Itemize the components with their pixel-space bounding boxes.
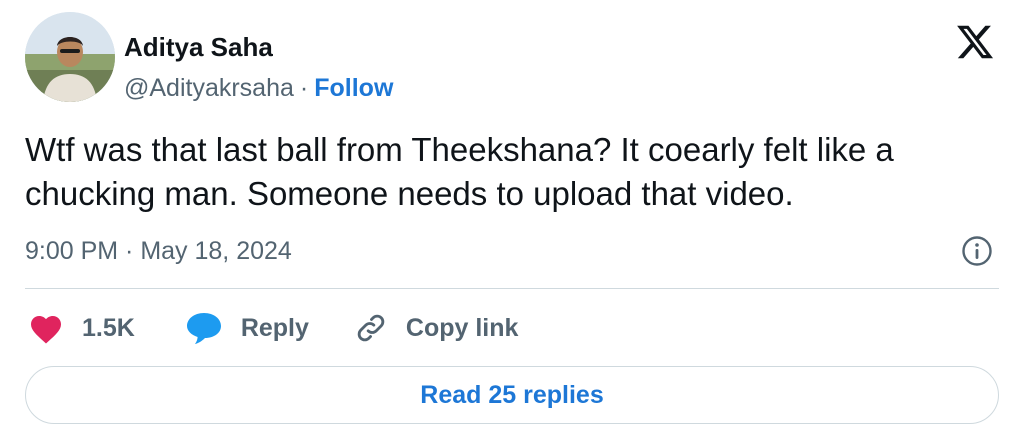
like-button[interactable]: 1.5K (28, 311, 135, 345)
tweet-timestamp[interactable]: 9:00 PM · May 18, 2024 (25, 233, 292, 269)
link-icon (357, 314, 385, 342)
avatar[interactable] (25, 12, 115, 102)
separator-dot: · (299, 74, 309, 102)
like-count: 1.5K (82, 313, 135, 342)
tweet-card: Aditya Saha @Adityakrsaha · Follow Wtf was… (0, 0, 1024, 440)
reply-button[interactable]: Reply (185, 311, 309, 345)
author-handle[interactable]: @Adityakrsaha (124, 74, 294, 102)
read-replies-button[interactable]: Read 25 replies (25, 366, 999, 424)
handle-row: @Adityakrsaha · Follow (124, 73, 393, 103)
info-icon[interactable] (961, 235, 993, 267)
tweet-header: Aditya Saha @Adityakrsaha · Follow (25, 12, 999, 104)
author-name[interactable]: Aditya Saha (124, 32, 273, 62)
avatar-image (25, 12, 115, 102)
action-bar: 1.5K Reply Copy link (28, 308, 518, 348)
reply-bubble-icon (186, 313, 221, 344)
copy-link-label: Copy link (405, 313, 519, 342)
tweet-text: Wtf was that last ball from Theekshana? … (25, 131, 894, 212)
divider (25, 288, 999, 289)
reply-label: Reply (240, 313, 309, 342)
follow-button[interactable]: Follow (314, 74, 393, 102)
copy-link-button[interactable]: Copy link (354, 311, 519, 345)
x-logo-icon[interactable] (955, 22, 995, 62)
tweet-meta: 9:00 PM · May 18, 2024 (25, 233, 999, 269)
heart-icon (31, 316, 61, 344)
